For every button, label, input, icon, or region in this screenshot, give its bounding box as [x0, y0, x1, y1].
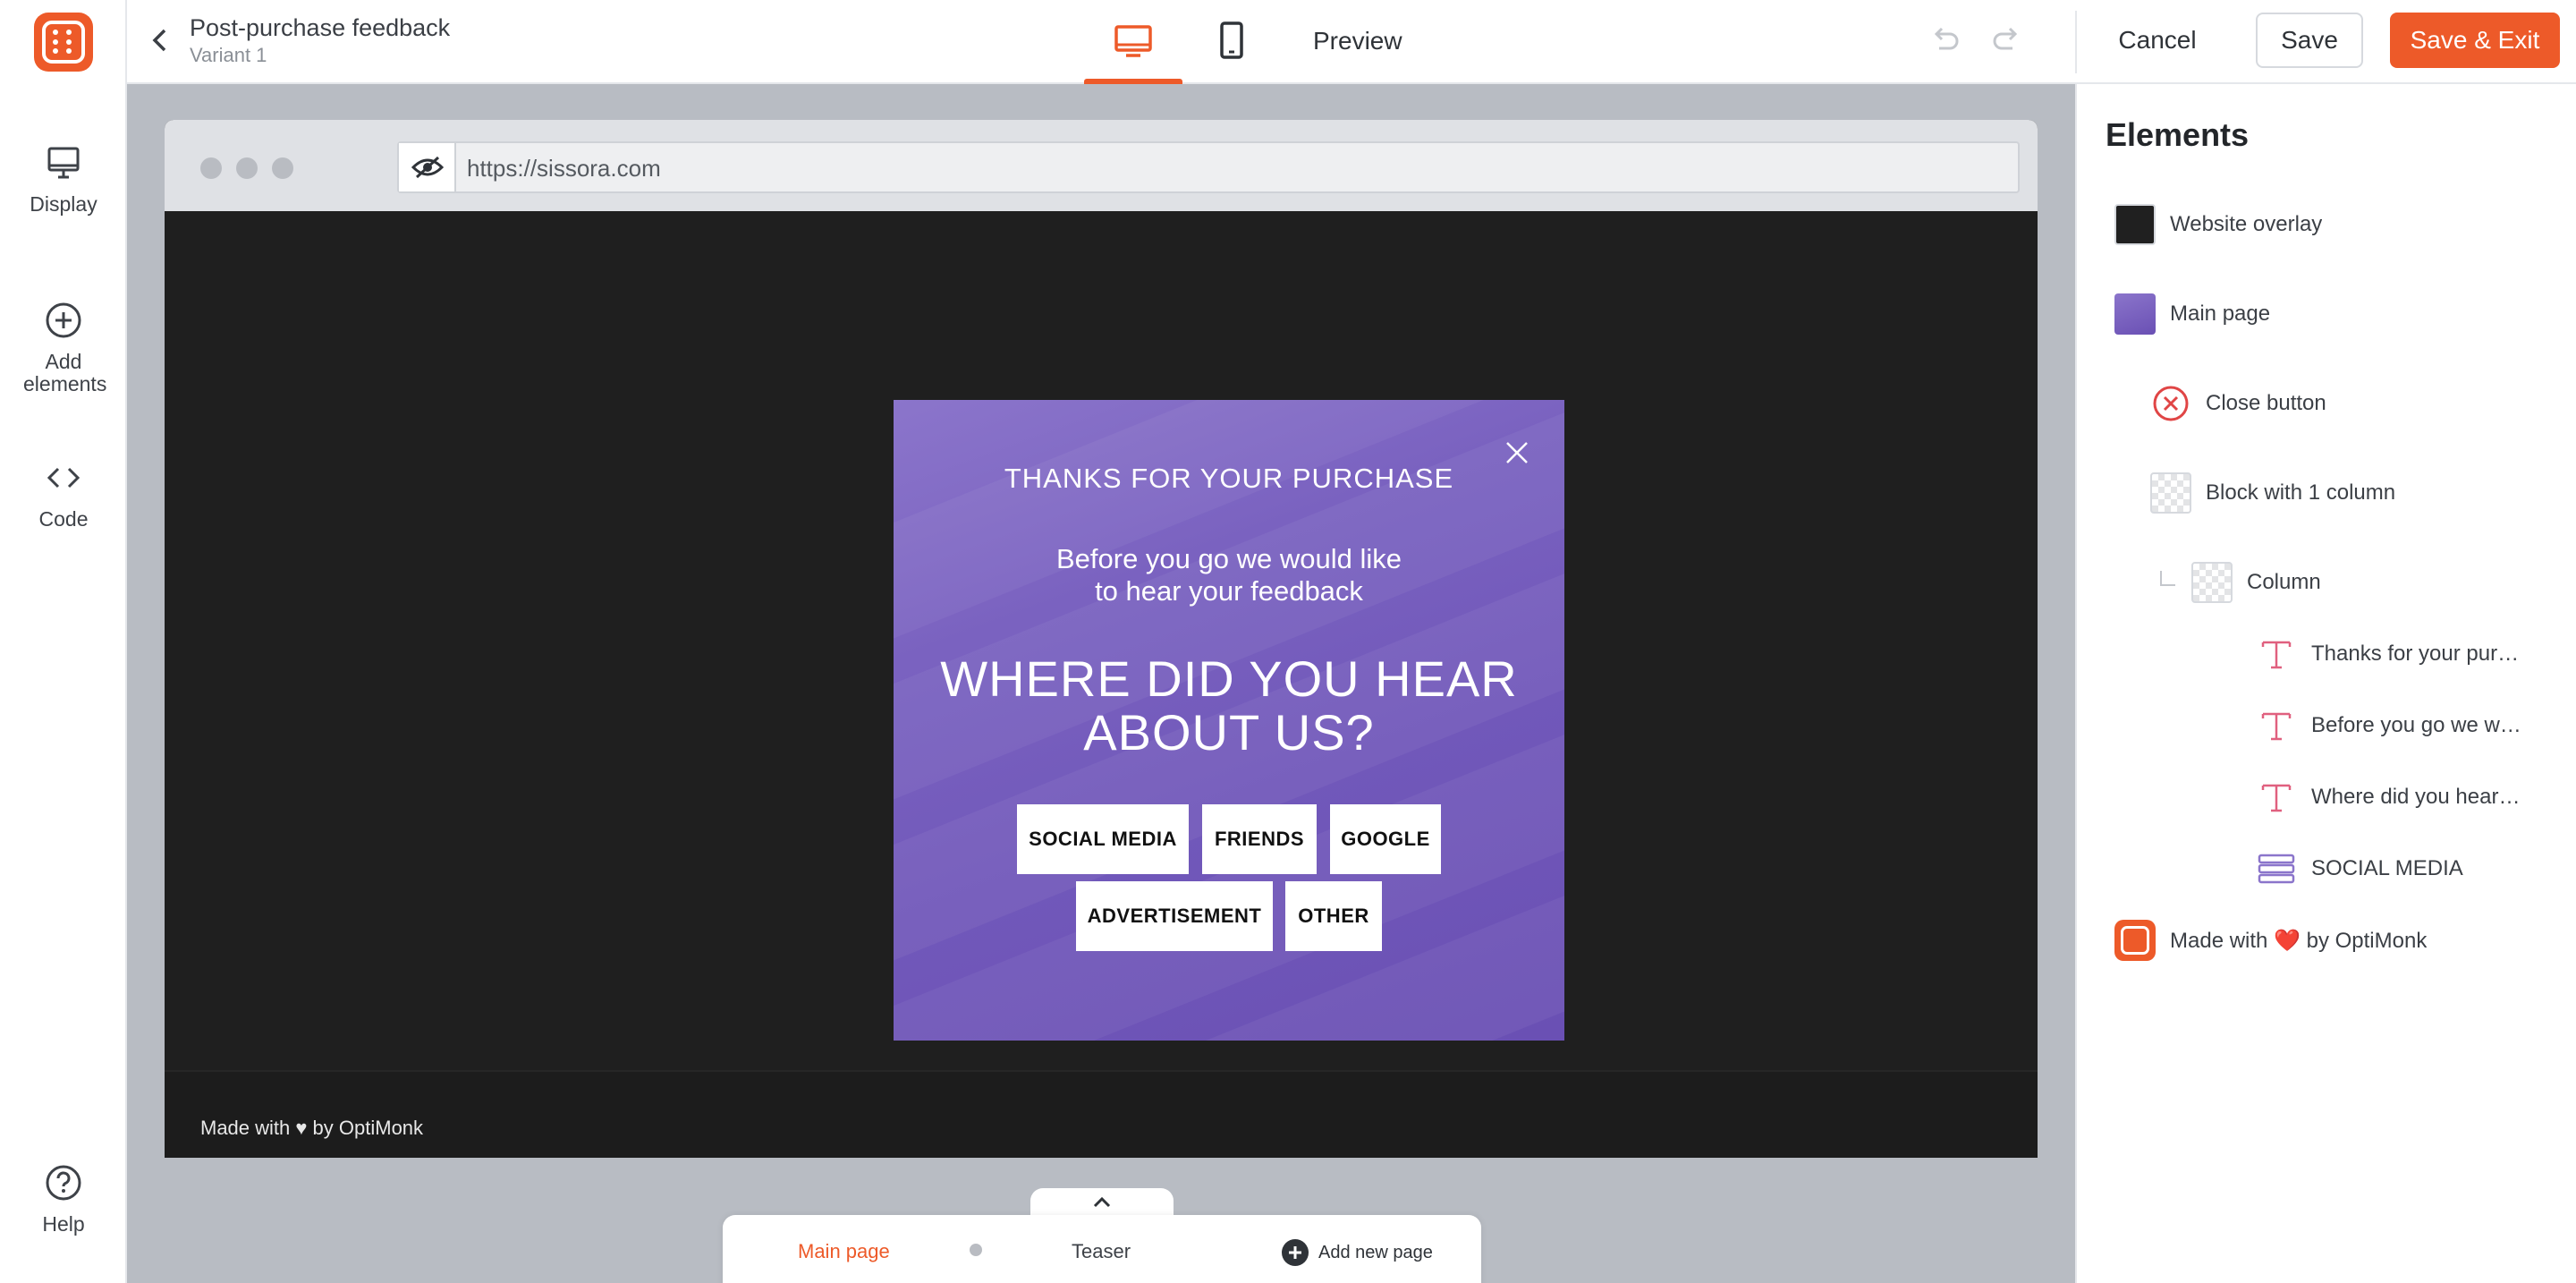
optimonk-logo-icon	[2114, 920, 2156, 961]
cancel-button[interactable]: Cancel	[2106, 13, 2209, 68]
top-bar: Post-purchase feedback Variant 1 Preview…	[127, 0, 2576, 84]
window-dot	[236, 157, 258, 179]
rail-item-display[interactable]: Display	[0, 141, 127, 216]
element-close-button[interactable]: Close button	[2077, 372, 2576, 435]
element-main-page[interactable]: Main page	[2077, 283, 2576, 345]
made-with-text: Made with ♥ by OptiMonk	[200, 1117, 424, 1139]
toolbar-divider	[2075, 11, 2077, 73]
element-label: Before you go we wo...	[2311, 713, 2524, 737]
left-rail: Display Add elements Code Help	[0, 0, 127, 1283]
element-label: Thanks for your purc...	[2311, 642, 2524, 666]
element-text-thanks[interactable]: Thanks for your purc...	[2077, 623, 2524, 685]
element-label: Main page	[2170, 302, 2271, 326]
desktop-icon	[1114, 25, 1152, 57]
popup-heading: THANKS FOR YOUR PURCHASE	[1004, 463, 1454, 494]
overlay-swatch	[2114, 204, 2156, 245]
desktop-view-button[interactable]	[1084, 13, 1182, 84]
window-dot	[200, 157, 222, 179]
text-icon	[2261, 784, 2292, 812]
rail-label-display: Display	[30, 192, 97, 216]
option-google[interactable]: GOOGLE	[1330, 804, 1441, 874]
option-social-media[interactable]: SOCIAL MEDIA	[1017, 804, 1189, 874]
redo-icon[interactable]	[1989, 25, 2023, 55]
elements-panel: Elements Website overlay Main page Close…	[2075, 84, 2576, 1283]
variant-name: Variant 1	[190, 44, 267, 66]
eye-slash-icon	[411, 156, 445, 179]
rail-item-code[interactable]: Code	[0, 456, 127, 531]
save-button[interactable]: Save	[2256, 13, 2363, 68]
chevron-up-icon	[1093, 1196, 1111, 1208]
mobile-icon	[1220, 21, 1243, 59]
element-block[interactable]: Block with 1 column	[2077, 462, 2576, 524]
block-icon	[2150, 472, 2191, 514]
url-text: https://sissora.com	[467, 155, 661, 182]
tab-teaser[interactable]: Teaser	[1072, 1240, 1131, 1263]
add-new-page-button[interactable]: Add new page	[1281, 1238, 1433, 1267]
text-icon	[2261, 641, 2292, 669]
plus-circle-icon	[1282, 1239, 1309, 1266]
monitor-icon	[47, 147, 80, 179]
element-label: Column	[2247, 570, 2321, 594]
page-swatch	[2114, 293, 2156, 335]
save-exit-button[interactable]: Save & Exit	[2390, 13, 2560, 68]
popup-subheading: Before you go we would like to hear your…	[894, 543, 1564, 608]
option-other[interactable]: OTHER	[1285, 881, 1382, 951]
rail-item-add-elements[interactable]: Add elements	[0, 299, 127, 395]
element-label: Website overlay	[2170, 212, 2323, 236]
element-label: Where did you hear a...	[2311, 785, 2524, 809]
option-advertisement[interactable]: ADVERTISEMENT	[1076, 881, 1273, 951]
browser-preview: https://sissora.com THANKS FOR YOUR PURC…	[165, 120, 2038, 1158]
option-friends[interactable]: FRIENDS	[1202, 804, 1317, 874]
tree-branch-icon	[2160, 571, 2175, 586]
back-arrow-icon[interactable]	[145, 25, 175, 55]
rail-label-code: Code	[38, 507, 89, 531]
rail-item-help[interactable]: Help	[0, 1161, 127, 1236]
site-footer: Made with ♥ by OptiMonk	[165, 1070, 2038, 1158]
element-label: Made with ❤️ by OptiMonk	[2170, 928, 2428, 953]
rail-label-add-elements: Add elements	[23, 350, 107, 395]
visibility-toggle[interactable]	[399, 143, 456, 191]
question-line: ABOUT US?	[1083, 704, 1375, 760]
element-made-with[interactable]: Made with ❤️ by OptiMonk	[2077, 909, 2576, 972]
column-icon	[2191, 562, 2233, 603]
element-text-before[interactable]: Before you go we wo...	[2077, 694, 2524, 757]
element-social-media[interactable]: SOCIAL MEDIA	[2077, 837, 2524, 900]
element-column[interactable]: Column	[2077, 551, 2576, 614]
question-line: WHERE DID YOU HEAR	[940, 650, 1518, 707]
browser-bar: https://sissora.com	[165, 120, 2038, 211]
tab-main-page[interactable]: Main page	[798, 1240, 890, 1263]
rail-label-help: Help	[42, 1212, 85, 1236]
element-label: Block with 1 column	[2206, 480, 2396, 505]
element-text-where[interactable]: Where did you hear a...	[2077, 766, 2524, 828]
elements-panel-title: Elements	[2106, 116, 2250, 153]
subheading-line: to hear your feedback	[1095, 575, 1363, 607]
popup-question: WHERE DID YOU HEAR ABOUT US?	[894, 652, 1564, 760]
element-label: Close button	[2206, 391, 2326, 415]
preview-button[interactable]: Preview	[1313, 27, 1402, 55]
url-bar[interactable]: https://sissora.com	[397, 141, 2020, 193]
close-circle-icon	[2153, 386, 2189, 421]
code-icon	[47, 467, 80, 489]
campaign-title: Post-purchase feedback	[190, 14, 451, 41]
element-label: SOCIAL MEDIA	[2311, 856, 2463, 880]
window-dot	[272, 157, 293, 179]
page-tabs: Main page Teaser Add new page	[723, 1215, 1481, 1283]
button-group-icon	[2258, 854, 2295, 884]
tab-separator	[970, 1244, 982, 1256]
text-icon	[2261, 712, 2292, 741]
help-icon	[46, 1165, 81, 1201]
plus-circle-icon	[46, 302, 81, 338]
element-website-overlay[interactable]: Website overlay	[2077, 193, 2576, 256]
optimonk-logo[interactable]	[34, 13, 93, 72]
add-new-page-label: Add new page	[1318, 1242, 1433, 1262]
subheading-line: Before you go we would like	[1055, 543, 1402, 574]
popup-main-page[interactable]: THANKS FOR YOUR PURCHASE Before you go w…	[894, 400, 1564, 1041]
mobile-view-button[interactable]	[1182, 13, 1281, 84]
undo-icon[interactable]	[1928, 25, 1962, 55]
editor-canvas: https://sissora.com THANKS FOR YOUR PURC…	[127, 84, 2075, 1283]
